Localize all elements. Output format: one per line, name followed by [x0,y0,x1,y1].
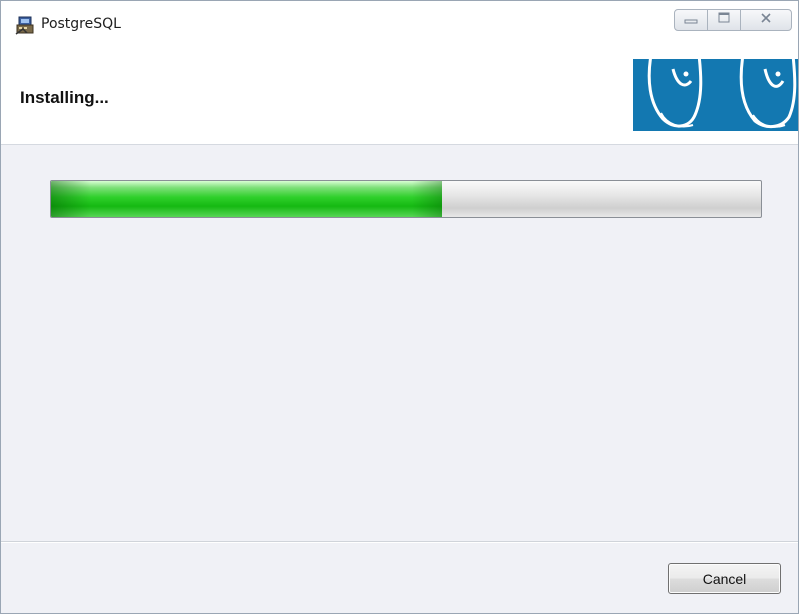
maximize-icon [717,11,731,29]
cancel-button[interactable]: Cancel [668,563,781,594]
maximize-button[interactable] [707,9,741,31]
window-title: PostgreSQL [41,16,121,32]
close-button[interactable] [740,9,792,31]
minimize-icon [684,11,698,29]
postgresql-elephant-logo [633,59,798,131]
installer-icon [15,14,37,36]
minimize-button[interactable] [674,9,708,31]
title-bar[interactable]: PostgreSQL [1,1,798,51]
page-title: Installing... [20,88,109,107]
caption-buttons [674,9,792,33]
installer-window: PostgreSQL Installing... Cancel [0,0,799,614]
close-icon [759,11,773,29]
install-progress-bar [50,180,762,218]
installer-header: Installing... [1,51,798,145]
footer-divider [1,541,798,543]
progress-fill [51,181,442,217]
